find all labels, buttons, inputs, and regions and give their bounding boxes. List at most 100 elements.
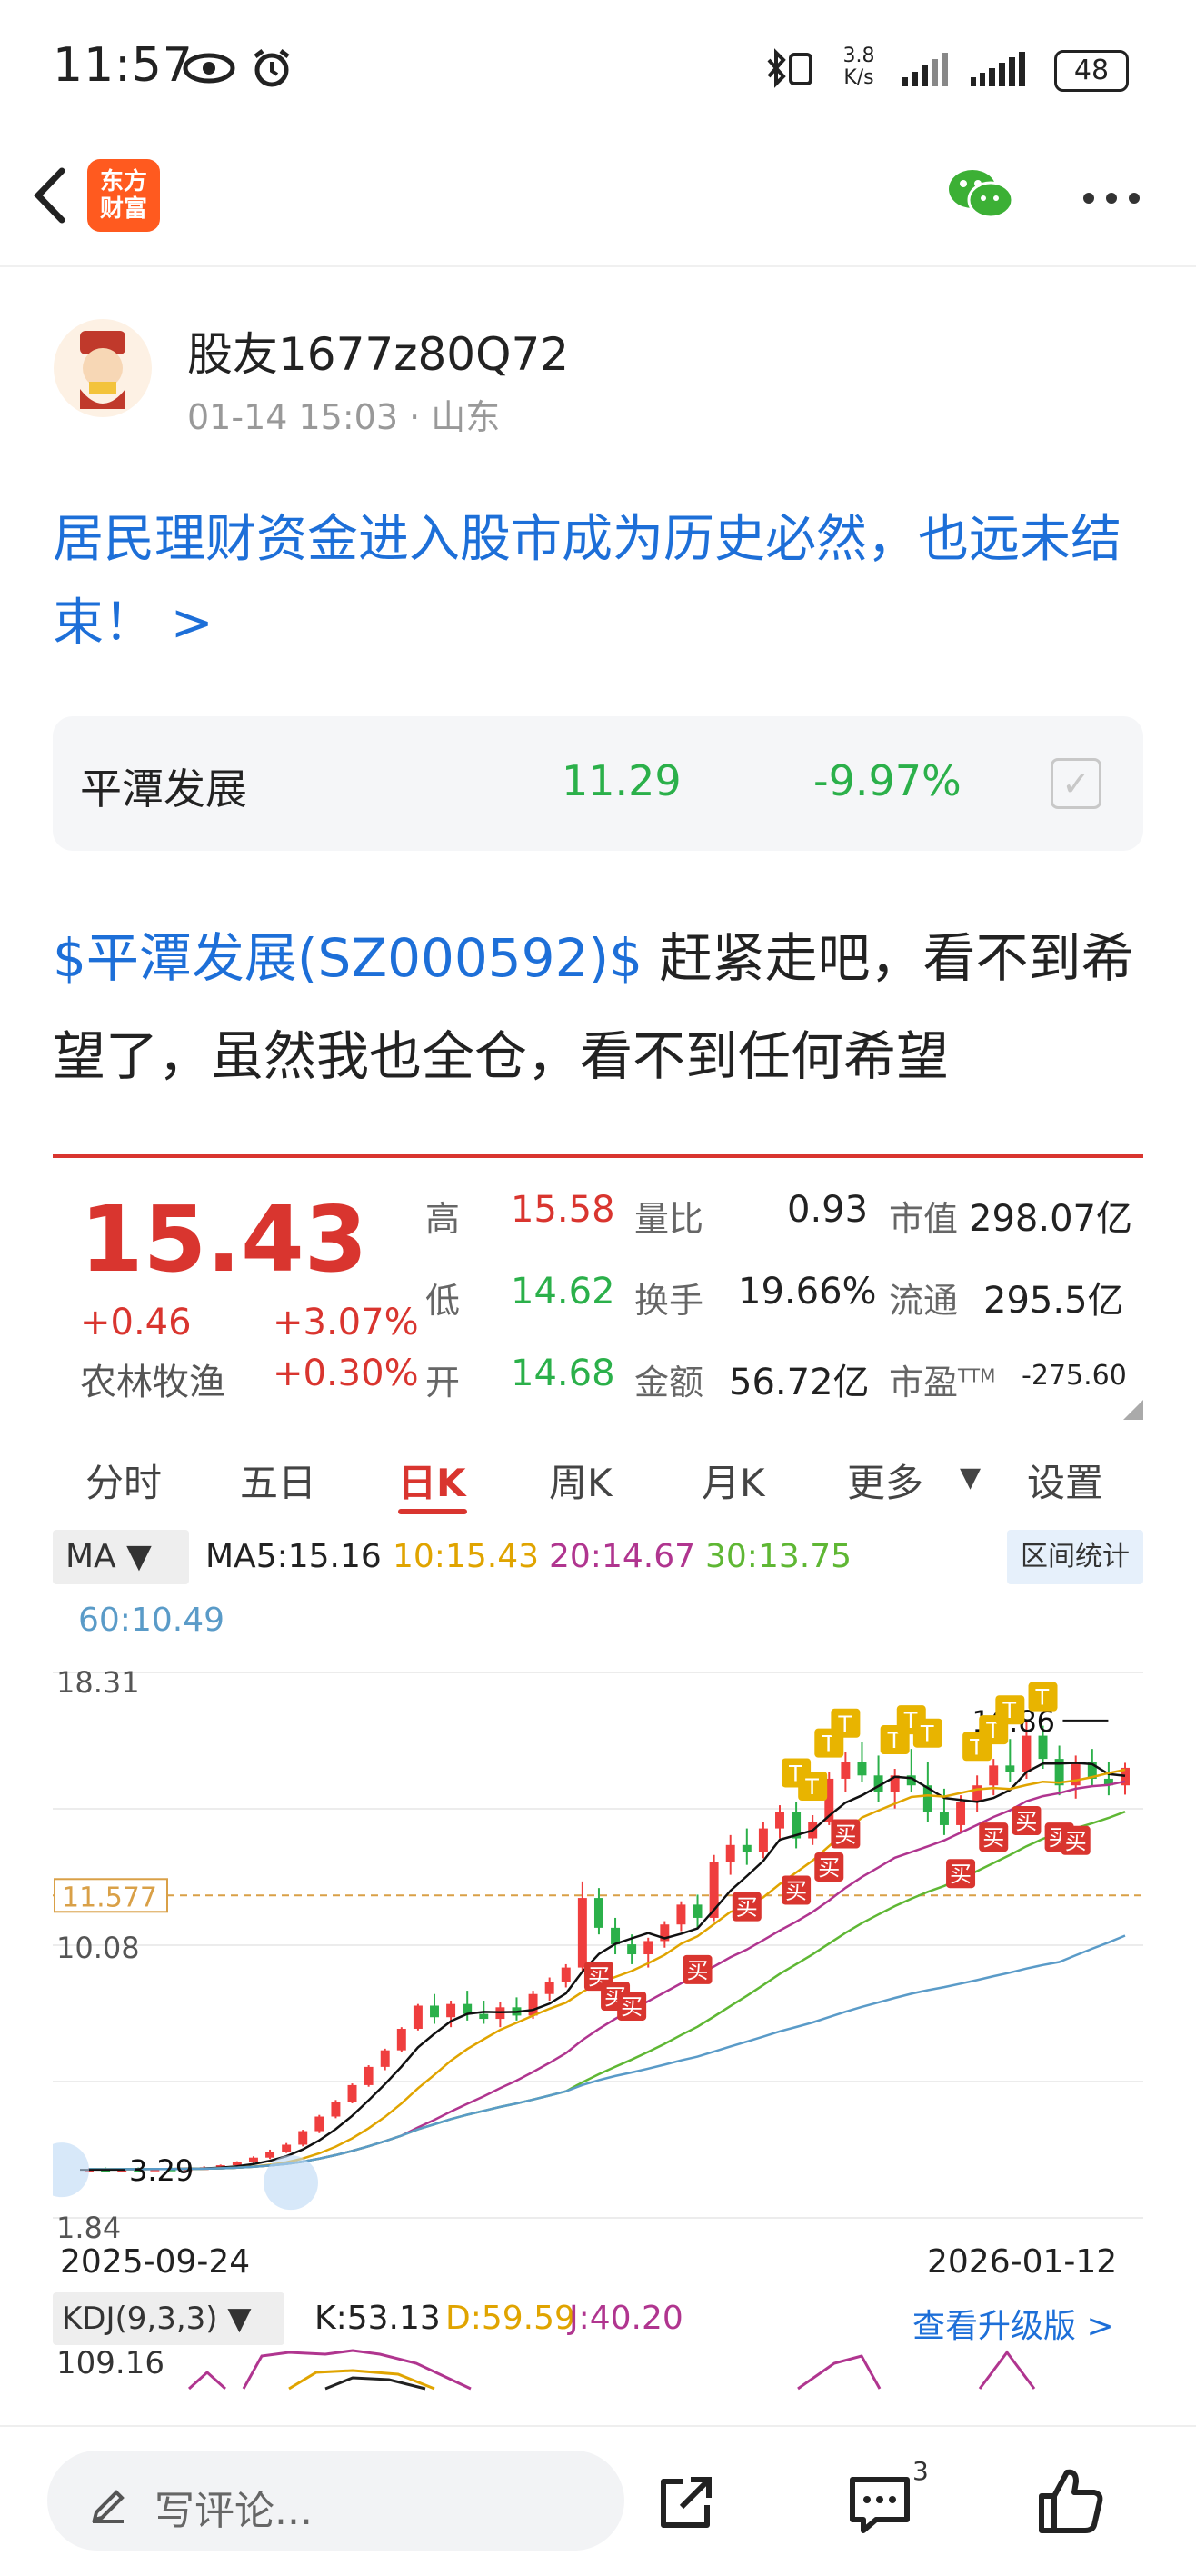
- turnover-value: 19.66%: [738, 1271, 877, 1313]
- net-speed-unit: K/s: [843, 66, 874, 89]
- ma30-value: 30:13.75: [705, 1538, 852, 1575]
- candle: [265, 2152, 275, 2158]
- float-label: 流通: [889, 1281, 959, 1321]
- kline-chart[interactable]: 11.57718.3110.081.8416.863.29买买买买买买买买买买买…: [53, 1645, 1143, 2281]
- y-axis-top-label: 18.31: [56, 1665, 140, 1700]
- vol-ratio-label: 量比: [634, 1199, 704, 1239]
- kdj-d-value: D:59.59: [445, 2300, 575, 2337]
- avatar[interactable]: [53, 318, 153, 418]
- ma60-value: 60:10.49: [78, 1602, 224, 1639]
- range-stats-button[interactable]: 区间统计: [1007, 1530, 1143, 1584]
- pe-ttm-sup: TTM: [958, 1364, 996, 1387]
- t-marker-label: T: [804, 1774, 819, 1800]
- high-label: 高: [425, 1199, 461, 1239]
- price-change: +0.46: [80, 1302, 192, 1343]
- industry-name[interactable]: 农林牧渔: [80, 1353, 225, 1405]
- signal-icon: [902, 53, 948, 86]
- candle: [380, 2050, 390, 2067]
- stock-card-name: 平潭发展: [80, 764, 247, 814]
- mcap-label: 市值: [889, 1199, 959, 1239]
- battery-level: 48: [1073, 55, 1110, 86]
- post-title[interactable]: 居民理财资金进入股市成为历史必然，也远未结束！ >: [53, 498, 1152, 665]
- comment-input[interactable]: [47, 2451, 624, 2551]
- comment-icon[interactable]: [845, 2469, 914, 2538]
- comment-count-badge: 3: [912, 2456, 929, 2486]
- pe-label: 市盈TTM: [889, 1354, 995, 1404]
- comment-placeholder[interactable]: 写评论...: [154, 2478, 313, 2536]
- candle: [725, 1844, 735, 1862]
- candle: [282, 2144, 292, 2152]
- upgrade-link[interactable]: 查看升级版 >: [912, 2300, 1114, 2347]
- alarm-icon: [254, 49, 290, 87]
- candle: [396, 2028, 406, 2051]
- industry-change-pct: +0.30%: [273, 1353, 419, 1394]
- candle: [972, 1785, 982, 1802]
- stock-card-change: -9.97%: [813, 756, 962, 805]
- ma-select[interactable]: MA ▼: [53, 1530, 189, 1584]
- like-icon[interactable]: [1034, 2465, 1107, 2538]
- tab-daily-k[interactable]: 日K: [398, 1453, 466, 1508]
- price-change-pct: +3.07%: [273, 1302, 419, 1343]
- candle: [544, 1982, 554, 1994]
- tab-more[interactable]: 更多: [847, 1453, 923, 1508]
- turnover-label: 换手: [634, 1281, 704, 1321]
- x-axis-start-date: 2025-09-24: [60, 2243, 250, 2281]
- candle: [857, 1762, 867, 1776]
- buy-marker-label: 买: [818, 1855, 840, 1881]
- candle: [989, 1765, 999, 1786]
- author-name[interactable]: 股友1677z80Q72: [187, 318, 569, 384]
- high-value: 15.58: [511, 1189, 615, 1231]
- candle: [841, 1762, 851, 1779]
- more-options-icon[interactable]: [1081, 189, 1141, 207]
- share-icon[interactable]: [651, 2469, 720, 2538]
- reference-price-label: 11.577: [62, 1882, 157, 1913]
- buy-marker-label: 买: [621, 1994, 643, 2020]
- tab-monthly-k[interactable]: 月K: [702, 1453, 765, 1508]
- candle: [627, 1944, 637, 1955]
- logo-line2: 财富: [99, 195, 147, 223]
- expand-corner-icon[interactable]: [1123, 1400, 1143, 1420]
- candle: [413, 2005, 423, 2029]
- eye-icon: [183, 53, 235, 84]
- open-label: 开: [425, 1363, 461, 1403]
- candle: [1005, 1765, 1015, 1772]
- t-marker-label: T: [1002, 1698, 1016, 1723]
- x-axis-end-date: 2026-01-12: [927, 2243, 1117, 2281]
- post-meta: 01-14 15:03 · 山东: [187, 389, 500, 439]
- stock-tag-link[interactable]: $平潭发展(SZ000592)$: [53, 927, 643, 989]
- net-speed: 3.8 K/s: [836, 45, 882, 89]
- tab-settings[interactable]: 设置: [1027, 1453, 1103, 1508]
- back-arrow-icon[interactable]: [27, 164, 73, 227]
- watchlist-check-icon[interactable]: ✓: [1051, 758, 1101, 809]
- float-value: 295.5亿: [983, 1280, 1124, 1322]
- current-price: 15.43: [80, 1186, 368, 1293]
- candle: [446, 2003, 456, 2018]
- t-marker-label: T: [837, 1712, 852, 1737]
- status-bar: 11:57 3.8 K/s 48: [0, 0, 1196, 136]
- buy-marker-label: 买: [834, 1822, 856, 1848]
- candle: [430, 2005, 439, 2018]
- amount-value: 56.72亿: [729, 1362, 870, 1403]
- t-marker-label: T: [1035, 1685, 1050, 1711]
- candle: [331, 2102, 341, 2117]
- ma5-value: MA5:15.16: [205, 1538, 382, 1575]
- candle: [1022, 1735, 1032, 1772]
- buy-marker-label: 买: [1015, 1809, 1037, 1834]
- zoom-handle-left: [53, 2142, 89, 2198]
- buy-marker-label: 买: [982, 1825, 1004, 1851]
- post-location: · 山东: [409, 397, 501, 437]
- wechat-icon[interactable]: [945, 164, 1018, 227]
- candle: [347, 2084, 357, 2102]
- tab-five-day[interactable]: 五日: [240, 1453, 316, 1508]
- candle: [314, 2116, 324, 2132]
- ma20-value: 20:14.67: [549, 1538, 695, 1575]
- candle: [956, 1802, 966, 1825]
- tab-intraday[interactable]: 分时: [85, 1453, 162, 1508]
- pe-value: -275.60: [1022, 1360, 1127, 1392]
- chevron-down-icon[interactable]: ▼: [960, 1462, 981, 1493]
- tab-weekly-k[interactable]: 周K: [549, 1453, 613, 1508]
- candle: [693, 1904, 703, 1918]
- kdj-select[interactable]: KDJ(9,3,3) ▼: [53, 2292, 284, 2345]
- stock-card-price: 11.29: [562, 756, 682, 805]
- ma10-value: 10:15.43: [393, 1538, 539, 1575]
